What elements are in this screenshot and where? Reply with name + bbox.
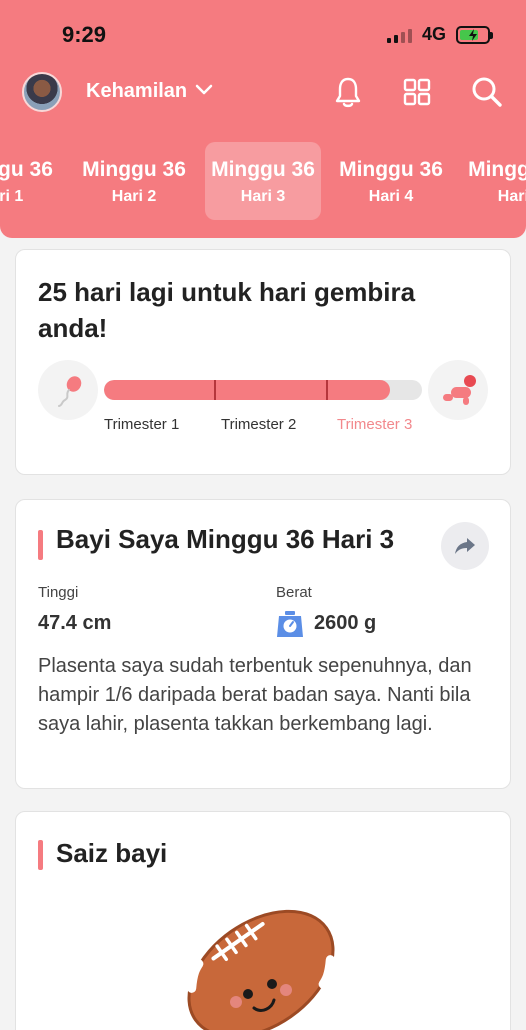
baby-week-title: Bayi Saya Minggu 36 Hari 3 (56, 524, 395, 554)
section-accent-bar (38, 840, 43, 870)
status-time: 9:29 (62, 22, 107, 47)
trimester-divider (214, 380, 216, 400)
baby-size-card: Saiz bayi (15, 811, 511, 1030)
day-tabs: Minggu 36 Hari 1 Minggu 36 Hari 2 Minggu… (0, 142, 526, 220)
baby-description: Plasenta saya sudah terbentuk sepenuhnya… (38, 655, 472, 735)
battery-icon (456, 25, 493, 44)
trimester-label: Trimester 2 (221, 416, 297, 433)
trimester-label: Trimester 1 (104, 416, 180, 433)
weight-value: 2600 g (314, 612, 377, 634)
height-value: 47.4 cm (38, 612, 112, 634)
tab-day-2[interactable]: Minggu 36 Hari 2 (76, 142, 192, 220)
status-indicators: 4G (386, 24, 493, 45)
scale-icon (276, 610, 304, 638)
app-header: 9:29 4G Kehamilan Minggu 36 Hari 1 Mingg… (0, 0, 526, 238)
grid-icon[interactable] (400, 74, 434, 110)
network-label: 4G (421, 24, 446, 44)
chevron-down-icon (195, 83, 213, 101)
trimester-label-active: Trimester 3 (337, 416, 413, 433)
weight-label: Berat (276, 584, 312, 601)
profile-name: Kehamilan (86, 80, 188, 102)
countdown-title: 25 hari lagi untuk hari gembira anda! (38, 277, 416, 343)
baby-size-title: Saiz bayi (56, 838, 168, 868)
height-label: Tinggi (38, 584, 79, 601)
share-button[interactable] (441, 522, 489, 570)
section-accent-bar (38, 530, 43, 560)
tab-day-3[interactable]: Minggu 36 Hari 3 (205, 142, 321, 220)
bell-icon[interactable] (331, 74, 365, 110)
pregnancy-progress-bar (104, 380, 422, 400)
football-illustration (176, 884, 346, 1030)
tab-day-5[interactable]: Minggu 36 Hari 5 (462, 142, 526, 220)
trimester-divider (326, 380, 328, 400)
search-icon[interactable] (470, 74, 504, 110)
share-icon (455, 538, 475, 554)
countdown-card: 25 hari lagi untuk hari gembira anda! Tr… (15, 249, 511, 475)
baby-info-card: Bayi Saya Minggu 36 Hari 3 Tinggi 47.4 c… (15, 499, 511, 789)
progress-fill (104, 380, 391, 400)
avatar[interactable] (22, 72, 62, 112)
tab-day-1[interactable]: Minggu 36 Hari 1 (0, 142, 59, 220)
sperm-icon (38, 360, 98, 420)
signal-icon (386, 27, 412, 43)
profile-dropdown[interactable]: Kehamilan (86, 80, 213, 103)
baby-crawling-icon (428, 360, 488, 420)
tab-day-4[interactable]: Minggu 36 Hari 4 (333, 142, 449, 220)
